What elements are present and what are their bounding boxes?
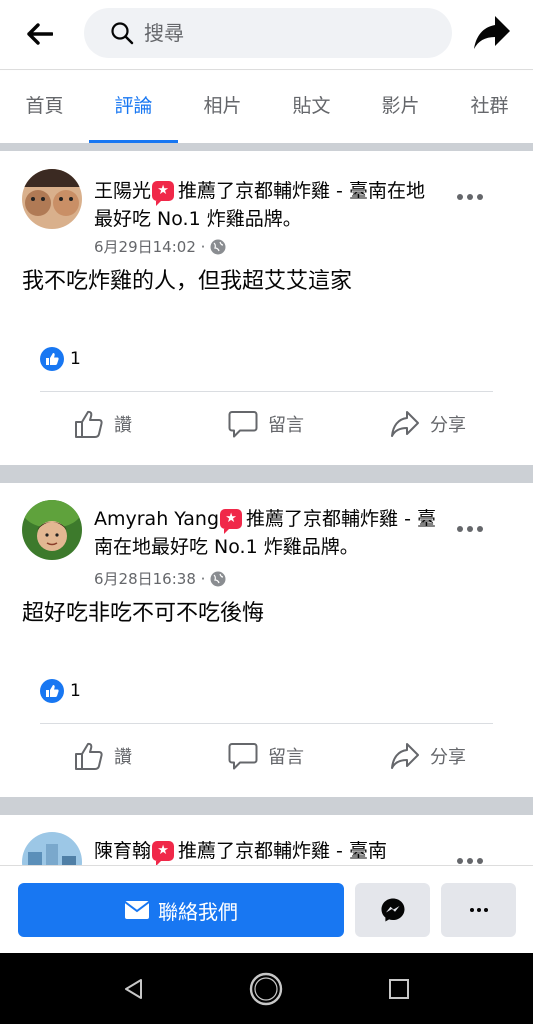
review-card: 陳育翰 ★ 推薦了京都輔炸雞 - 臺南 <box>0 815 533 865</box>
search-box[interactable] <box>84 8 452 58</box>
meta-separator: · <box>200 238 206 256</box>
post-meta: 6月28日16:38 · <box>94 568 226 589</box>
messenger-button[interactable] <box>355 883 430 937</box>
recommend-icon: ★ <box>152 841 175 865</box>
avatar-photo-icon <box>22 500 82 560</box>
contact-us-button[interactable]: 聯絡我們 <box>18 883 344 937</box>
tab-reviews[interactable]: 評論 <box>89 71 178 143</box>
meta-separator: · <box>200 570 206 588</box>
recommend-text: 推薦了京都輔炸雞 - 臺南 <box>178 840 387 862</box>
comment-icon <box>228 743 258 770</box>
reaction-summary[interactable]: 1 <box>40 347 81 371</box>
author-name[interactable]: 王陽光 <box>94 180 151 202</box>
like-reaction-icon <box>40 679 64 703</box>
share-button[interactable]: 分享 <box>390 741 466 771</box>
top-bar <box>0 0 533 70</box>
avatar[interactable] <box>22 832 82 865</box>
comment-icon <box>228 411 258 438</box>
avatar[interactable] <box>22 500 82 560</box>
review-text: 我不吃炸雞的人，但我超艾艾這家 <box>22 269 353 294</box>
more-actions-button[interactable] <box>441 883 516 937</box>
home-circle-icon <box>249 972 283 1006</box>
review-header: 王陽光 ★ 推薦了京都輔炸雞 - 臺南在地最好吃 No.1 炸雞品牌。 <box>94 177 443 233</box>
share-button[interactable]: 分享 <box>390 409 466 439</box>
like-label: 讚 <box>114 747 132 768</box>
globe-icon <box>210 239 226 255</box>
like-reaction-icon <box>40 347 64 371</box>
post-meta: 6月29日14:02 · <box>94 236 226 257</box>
review-header: Amyrah Yang ★ 推薦了京都輔炸雞 - 臺南在地最好吃 No.1 炸雞品牌… <box>94 505 443 561</box>
contact-bar: 聯絡我們 <box>0 865 533 953</box>
comment-button[interactable]: 留言 <box>228 409 304 439</box>
thumbs-up-icon <box>75 410 103 438</box>
back-arrow-icon <box>27 23 53 45</box>
contact-us-label: 聯絡我們 <box>158 899 238 924</box>
reaction-summary[interactable]: 1 <box>40 679 81 703</box>
tab-community[interactable]: 社群 <box>445 71 533 143</box>
review-feed: 王陽光 ★ 推薦了京都輔炸雞 - 臺南在地最好吃 No.1 炸雞品牌。 6月29日1… <box>0 143 533 865</box>
share-label: 分享 <box>430 747 466 768</box>
more-options-button[interactable] <box>457 192 483 202</box>
avatar-photo-icon <box>22 169 82 229</box>
nav-back-button[interactable] <box>116 971 152 1007</box>
more-options-button[interactable] <box>457 524 483 534</box>
share-icon <box>391 411 419 437</box>
share-arrow-icon <box>474 16 510 49</box>
back-button[interactable] <box>22 16 58 52</box>
thumbs-up-icon <box>75 742 103 770</box>
author-name[interactable]: Amyrah Yang <box>94 508 219 530</box>
timestamp[interactable]: 6月29日14:02 <box>94 238 196 256</box>
review-text: 超好吃非吃不可不吃後悔 <box>22 601 265 626</box>
more-options-button[interactable] <box>457 856 483 865</box>
globe-icon <box>210 571 226 587</box>
like-count: 1 <box>70 681 81 701</box>
tab-bar: 首頁 評論 相片 貼文 影片 社群 <box>0 71 533 143</box>
messenger-icon <box>381 898 404 922</box>
search-icon <box>111 22 134 45</box>
comment-button[interactable]: 留言 <box>228 741 304 771</box>
author-name[interactable]: 陳育翰 <box>94 840 151 862</box>
review-header: 陳育翰 ★ 推薦了京都輔炸雞 - 臺南 <box>94 837 443 865</box>
share-label: 分享 <box>430 415 466 436</box>
avatar[interactable] <box>22 169 82 229</box>
triangle-back-icon <box>125 979 142 999</box>
tab-home[interactable]: 首頁 <box>0 71 89 143</box>
comment-label: 留言 <box>268 415 304 436</box>
tab-photos[interactable]: 相片 <box>178 71 267 143</box>
share-page-button[interactable] <box>472 14 514 54</box>
share-icon <box>391 743 419 769</box>
like-label: 讚 <box>114 415 132 436</box>
like-count: 1 <box>70 349 81 369</box>
recommend-icon: ★ <box>220 509 243 534</box>
review-card: Amyrah Yang ★ 推薦了京都輔炸雞 - 臺南在地最好吃 No.1 炸雞品牌… <box>0 483 533 797</box>
review-card: 王陽光 ★ 推薦了京都輔炸雞 - 臺南在地最好吃 No.1 炸雞品牌。 6月29日1… <box>0 151 533 465</box>
envelope-icon <box>124 901 150 919</box>
square-recents-icon <box>389 979 409 999</box>
nav-recents-button[interactable] <box>381 971 417 1007</box>
tab-posts[interactable]: 貼文 <box>267 71 356 143</box>
nav-home-button[interactable] <box>248 971 284 1007</box>
search-input[interactable] <box>144 21 424 45</box>
recommend-icon: ★ <box>152 181 175 206</box>
tab-videos[interactable]: 影片 <box>356 71 445 143</box>
avatar-photo-icon <box>22 832 82 865</box>
timestamp[interactable]: 6月28日16:38 <box>94 570 196 588</box>
like-button[interactable]: 讚 <box>74 409 132 439</box>
divider <box>40 391 493 392</box>
like-button[interactable]: 讚 <box>74 741 132 771</box>
comment-label: 留言 <box>268 747 304 768</box>
system-nav-bar <box>0 953 533 1024</box>
divider <box>40 723 493 724</box>
